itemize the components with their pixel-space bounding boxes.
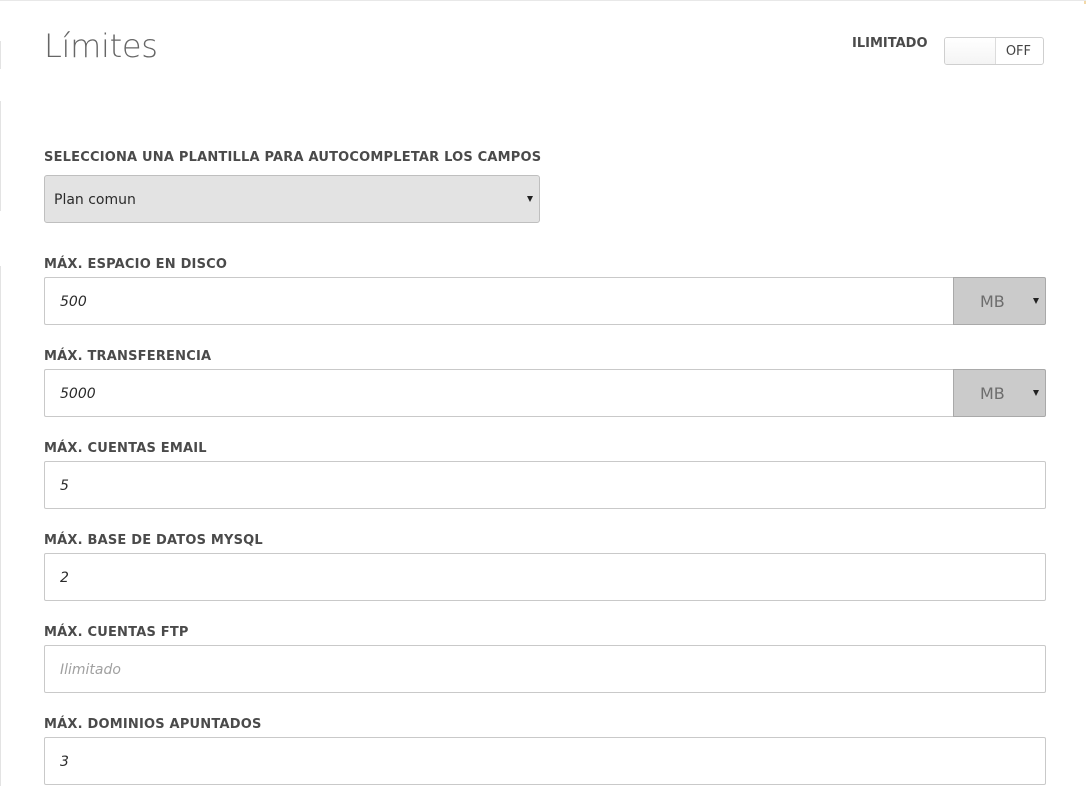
pointed-domains-input[interactable]: 3 [44,737,1046,785]
disk-space-unit-select[interactable]: MB [953,277,1046,325]
disk-space-input[interactable]: 500 [44,277,954,325]
chevron-down-icon [527,196,533,202]
mysql-databases-label: MÁX. BASE DE DATOS MYSQL [44,533,263,548]
disk-space-value: 500 [60,294,87,310]
transfer-label: MÁX. TRANSFERENCIA [44,349,212,364]
disk-space-label: MÁX. ESPACIO EN DISCO [44,257,228,272]
pointed-domains-value: 3 [60,754,69,770]
limits-panel: Límites ILIMITADO OFF SELECCIONA UNA PLA… [0,0,1086,803]
ftp-accounts-label: MÁX. CUENTAS FTP [44,625,189,640]
chevron-down-icon [1033,390,1039,396]
email-accounts-value: 5 [60,478,69,494]
email-accounts-label: MÁX. CUENTAS EMAIL [44,441,207,456]
transfer-unit-value: MB [980,384,1005,403]
page-title: Límites [44,27,158,65]
template-select-label: SELECCIONA UNA PLANTILLA PARA AUTOCOMPLE… [44,150,542,165]
ftp-accounts-input[interactable]: Ilimitado [44,645,1046,693]
toggle-knob[interactable] [945,38,996,64]
chevron-down-icon [1033,298,1039,304]
template-select[interactable]: Plan comun [44,175,540,223]
template-select-value: Plan comun [54,192,136,208]
unlimited-toggle[interactable]: OFF [944,37,1044,65]
toggle-state-text: OFF [1005,44,1031,59]
left-edge-mark [0,41,1,69]
disk-space-unit-value: MB [980,292,1005,311]
left-edge-mark [0,101,1,211]
pointed-domains-label: MÁX. DOMINIOS APUNTADOS [44,717,262,732]
left-edge-mark [0,266,1,786]
transfer-value: 5000 [60,386,96,402]
unlimited-toggle-label: ILIMITADO [852,36,928,51]
email-accounts-input[interactable]: 5 [44,461,1046,509]
ftp-accounts-placeholder: Ilimitado [60,662,121,678]
mysql-databases-input[interactable]: 2 [44,553,1046,601]
mysql-databases-value: 2 [60,570,69,586]
transfer-unit-select[interactable]: MB [953,369,1046,417]
transfer-input[interactable]: 5000 [44,369,954,417]
